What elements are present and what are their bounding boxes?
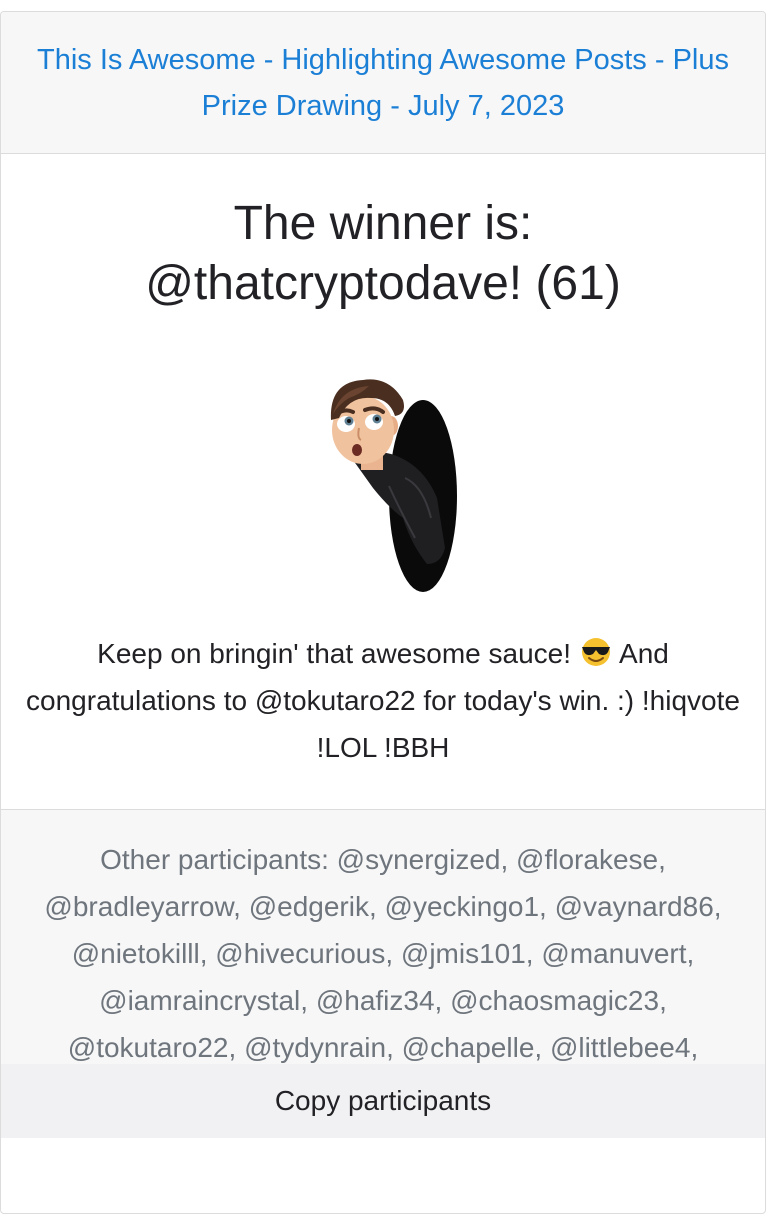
copy-participants-button[interactable]: Copy participants	[1, 1064, 765, 1138]
winner-heading-line2: @thatcryptodave! (61)	[145, 257, 621, 310]
card-header: This Is Awesome - Highlighting Awesome P…	[1, 12, 765, 154]
card-body: The winner is: @thatcryptodave! (61) Kee…	[1, 154, 765, 810]
winner-heading-line1: The winner is:	[233, 197, 533, 250]
winner-message: Keep on bringin' that awesome sauce! And…	[21, 630, 745, 771]
smiling-face-with-sunglasses-icon	[581, 638, 610, 666]
card-footer: Other participants: @synergized, @florak…	[1, 810, 765, 1138]
message-text-before: Keep on bringin' that awesome sauce!	[97, 638, 579, 669]
winner-heading: The winner is: @thatcryptodave! (61)	[1, 194, 765, 314]
post-title-link[interactable]: This Is Awesome - Highlighting Awesome P…	[31, 37, 735, 129]
winner-card: This Is Awesome - Highlighting Awesome P…	[0, 11, 766, 1214]
avatar	[330, 379, 457, 592]
